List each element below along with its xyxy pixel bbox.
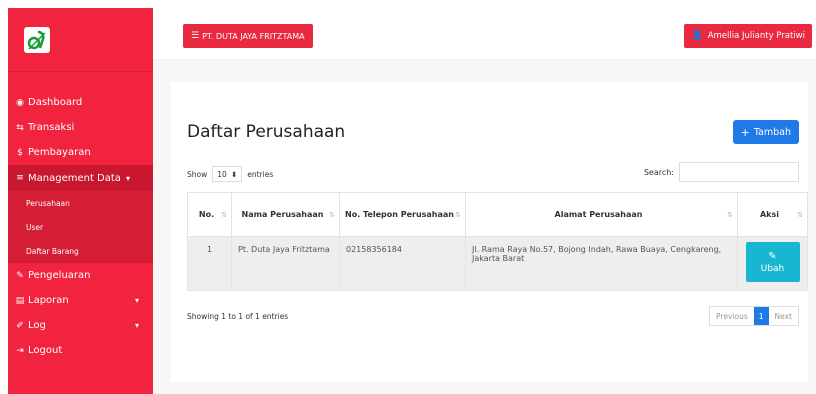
table-info: Showing 1 to 1 of 1 entries — [187, 312, 289, 321]
edit-button-label: Ubah — [760, 263, 785, 274]
sidebar-item-laporan[interactable]: ▤ Laporan ▾ — [8, 288, 153, 313]
topbar: ☰ PT. DUTA JAYA FRITZTAMA 👤 Amellia Juli… — [153, 8, 816, 60]
add-button[interactable]: + Tambah — [732, 120, 799, 144]
search-input[interactable] — [679, 162, 799, 182]
log-icon: ✐ — [16, 320, 24, 331]
user-menu-button[interactable]: 👤 Amellia Julianty Pratiwi — [684, 24, 812, 48]
page-button-1[interactable]: 1 — [753, 307, 769, 325]
cell-telepon: 02158356184 — [339, 236, 466, 291]
sidebar-item-pengeluaran[interactable]: ✎ Pengeluaran — [8, 263, 153, 288]
user-icon: 👤 — [691, 31, 703, 41]
sidebar-item-label: Logout — [28, 345, 63, 356]
management-submenu: Perusahaan User Daftar Barang — [8, 191, 153, 263]
col-nama-label: Nama Perusahaan — [241, 210, 324, 219]
sidebar-item-label: Laporan — [28, 295, 69, 306]
cell-nama: Pt. Duta Jaya Fritztama — [231, 236, 340, 291]
entries-select[interactable]: 10 ⬍ — [212, 166, 243, 182]
col-nama[interactable]: Nama Perusahaan ⇅ — [231, 192, 340, 237]
cell-alamat: Jl. Rama Raya No.57, Bojong Indah, Rawa … — [465, 236, 738, 291]
col-aksi[interactable]: Aksi ⇅ — [737, 192, 808, 237]
prev-button[interactable]: Previous — [710, 307, 754, 325]
sidebar-item-logout[interactable]: ⇥ Logout — [8, 338, 153, 363]
next-button[interactable]: Next — [769, 307, 798, 325]
col-aksi-label: Aksi — [759, 210, 779, 219]
sort-icon: ⇅ — [221, 210, 227, 219]
sidebar-item-pembayaran[interactable]: $ Pembayaran — [8, 140, 153, 165]
logo-icon — [27, 30, 46, 50]
sidebar-nav: ◉ Dashboard ⇆ Transaksi $ Pembayaran ≡ M… — [8, 72, 153, 363]
sidebar-item-daftar-barang[interactable]: Daftar Barang — [8, 239, 153, 263]
edit-icon: ✎ — [768, 250, 777, 262]
page-title: Daftar Perusahaan — [187, 122, 346, 142]
col-no-label: No. — [198, 210, 215, 219]
company-table: No. ⇅ Nama Perusahaan ⇅ No. Telepon Perusa… — [187, 192, 808, 291]
sidebar-item-label: Log — [28, 320, 46, 331]
add-button-label: Tambah — [753, 126, 791, 138]
sidebar-item-label: Management Data — [28, 172, 121, 184]
sidebar-item-perusahaan[interactable]: Perusahaan — [8, 191, 153, 215]
menu-icon: ☰ — [191, 31, 200, 41]
col-alamat-label: Alamat Perusahaan — [554, 210, 643, 219]
main-content: Daftar Perusahaan + Tambah Show 10 ⬍ ent… — [153, 60, 816, 394]
sidebar-item-log[interactable]: ✐ Log ▾ — [8, 313, 153, 338]
caret-down-icon: ▾ — [125, 173, 130, 183]
sidebar-item-user[interactable]: User — [8, 215, 153, 239]
transaction-icon: ⇆ — [16, 122, 24, 133]
search-label: Search: — [643, 167, 674, 177]
table-row: 1 Pt. Duta Jaya Fritztama 02158356184 Jl… — [187, 236, 808, 291]
entries-value: 10 — [217, 169, 227, 179]
edit-icon: ✎ — [16, 270, 24, 281]
pagination: Previous 1 Next — [709, 306, 799, 326]
sidebar-item-transaksi[interactable]: ⇆ Transaksi — [8, 115, 153, 140]
entries-label: entries — [247, 169, 274, 179]
sidebar-item-label: Dashboard — [28, 97, 83, 108]
list-icon: ≡ — [16, 173, 24, 183]
content-card: Daftar Perusahaan + Tambah Show 10 ⬍ ent… — [171, 82, 808, 382]
plus-icon: + — [740, 125, 750, 139]
select-arrows-icon: ⬍ — [230, 169, 238, 179]
caret-down-icon: ▾ — [134, 321, 139, 330]
cell-no: 1 — [187, 236, 232, 291]
col-telepon-label: No. Telepon Perusahaan — [345, 210, 454, 219]
sidebar-item-label: Pengeluaran — [28, 270, 91, 281]
app-window: ◉ Dashboard ⇆ Transaksi $ Pembayaran ≡ M… — [0, 0, 816, 394]
search-filter: Search: — [644, 162, 799, 182]
sidebar: ◉ Dashboard ⇆ Transaksi $ Pembayaran ≡ M… — [8, 8, 153, 394]
sidebar-item-dashboard[interactable]: ◉ Dashboard — [8, 90, 153, 115]
show-label: Show — [187, 169, 208, 179]
edit-button[interactable]: ✎ Ubah — [745, 242, 800, 282]
logout-icon: ⇥ — [16, 345, 24, 356]
company-name: PT. DUTA JAYA FRITZTAMA — [202, 31, 305, 41]
cell-aksi: ✎ Ubah — [737, 236, 808, 291]
sort-icon: ⇅ — [727, 210, 733, 219]
caret-down-icon: ▾ — [134, 296, 139, 305]
entries-length: Show 10 ⬍ entries — [187, 166, 273, 182]
company-logo[interactable] — [24, 26, 50, 53]
company-button[interactable]: ☰ PT. DUTA JAYA FRITZTAMA — [183, 24, 313, 48]
sidebar-item-management-data[interactable]: ≡ Management Data ▾ — [8, 165, 153, 191]
col-no[interactable]: No. ⇅ — [187, 192, 232, 237]
sidebar-item-label: Pembayaran — [28, 147, 91, 158]
report-icon: ▤ — [15, 295, 25, 306]
user-name: Amellia Julianty Pratiwi — [707, 31, 805, 41]
sidebar-item-label: Transaksi — [28, 122, 75, 133]
logo-area — [8, 8, 153, 72]
sort-icon: ⇅ — [797, 210, 803, 219]
col-telepon[interactable]: No. Telepon Perusahaan ⇅ — [339, 192, 466, 237]
sort-icon: ⇅ — [329, 210, 335, 219]
dollar-icon: $ — [17, 147, 23, 158]
sort-icon: ⇅ — [455, 210, 461, 219]
dashboard-icon: ◉ — [16, 97, 24, 108]
table-header-row: No. ⇅ Nama Perusahaan ⇅ No. Telepon Perusa… — [187, 192, 808, 237]
col-alamat[interactable]: Alamat Perusahaan ⇅ — [465, 192, 738, 237]
